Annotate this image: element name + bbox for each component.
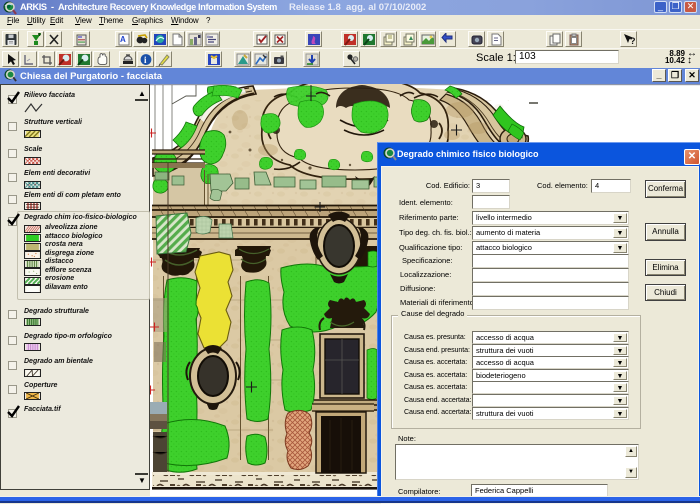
svg-text:A: A <box>120 35 126 44</box>
svg-text:?: ? <box>630 36 636 46</box>
